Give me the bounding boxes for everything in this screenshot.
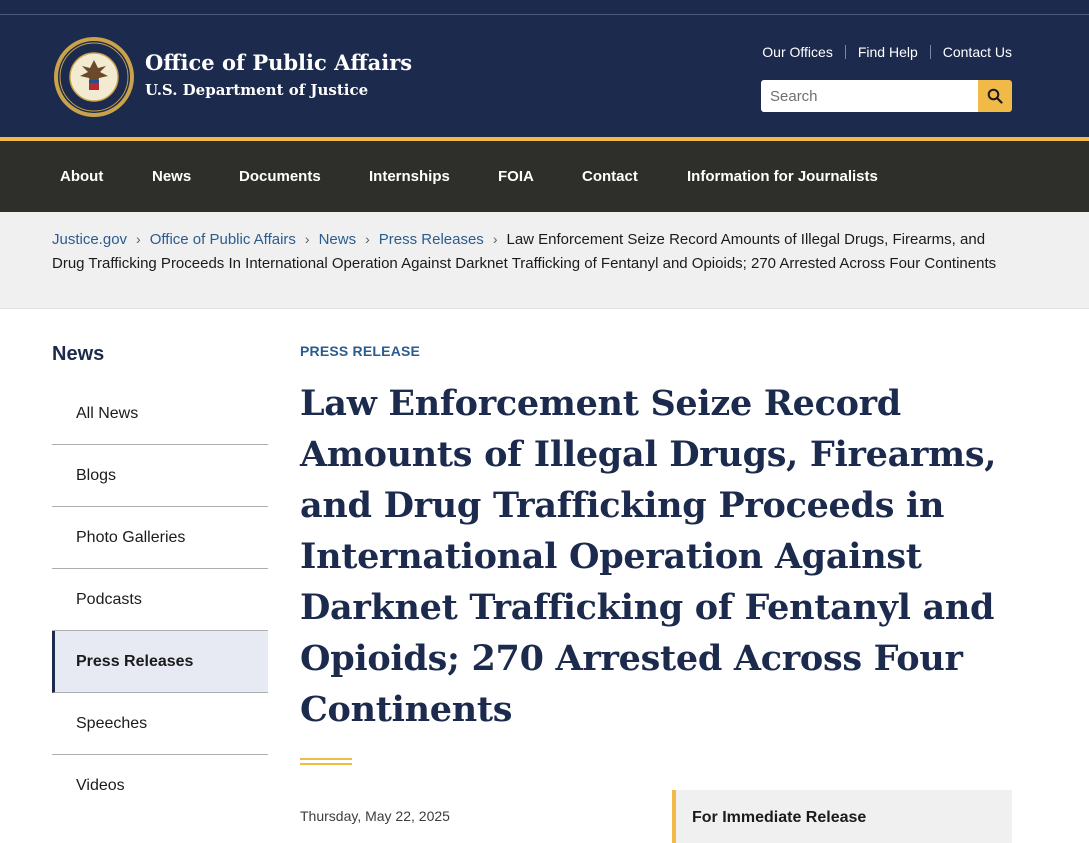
article-eyebrow: PRESS RELEASE [300, 343, 421, 359]
site-subtitle[interactable]: U.S. Department of Justice [145, 81, 368, 99]
nav-item-foia[interactable]: FOIA [498, 168, 534, 185]
search-box [761, 80, 1012, 112]
nav-item-contact[interactable]: Contact [582, 168, 638, 185]
utility-separator [844, 45, 846, 59]
breadcrumb: Justice.gov › Office of Public Affairs › New… [0, 212, 1089, 309]
search-icon [987, 88, 1003, 104]
breadcrumb-link-office-of-public-affairs[interactable]: Office of Public Affairs [150, 231, 296, 248]
sidebar-nav: All News Blogs Photo Galleries Podcasts … [52, 383, 268, 817]
sidebar-item-videos[interactable]: Videos [52, 755, 268, 817]
sidebar-item-podcasts[interactable]: Podcasts [52, 569, 268, 631]
main-nav: About News Documents Internships FOIA Co… [0, 141, 1089, 212]
nav-item-internships[interactable]: Internships [369, 168, 450, 185]
utility-nav: Our Offices Find Help Contact Us [762, 44, 1012, 60]
sidebar-item-blogs[interactable]: Blogs [52, 445, 268, 507]
utility-link-contact-us[interactable]: Contact Us [943, 44, 1012, 60]
breadcrumb-link-press-releases[interactable]: Press Releases [379, 231, 484, 248]
sidebar-item-press-releases[interactable]: Press Releases [52, 631, 268, 693]
search-button[interactable] [978, 80, 1012, 112]
chevron-right-icon: › [304, 231, 310, 247]
breadcrumb-link-news[interactable]: News [319, 231, 357, 248]
utility-link-find-help[interactable]: Find Help [858, 44, 918, 60]
sidebar-item-all-news[interactable]: All News [52, 383, 268, 445]
title-divider [300, 758, 352, 765]
sidebar-item-photo-galleries[interactable]: Photo Galleries [52, 507, 268, 569]
chevron-right-icon: › [492, 231, 498, 247]
doj-seal-icon[interactable] [53, 36, 135, 118]
release-label: For Immediate Release [692, 809, 867, 826]
nav-item-documents[interactable]: Documents [239, 168, 321, 185]
chevron-right-icon: › [136, 231, 141, 247]
header-top-divider [0, 14, 1089, 15]
sidebar-heading: News [52, 343, 105, 365]
sidebar-item-speeches[interactable]: Speeches [52, 693, 268, 755]
utility-separator [929, 45, 931, 59]
search-input[interactable] [761, 80, 978, 112]
nav-item-news[interactable]: News [152, 168, 191, 185]
article-date: Thursday, May 22, 2025 [300, 808, 450, 824]
nav-item-information-for-journalists[interactable]: Information for Journalists [687, 168, 878, 185]
site-title[interactable]: Office of Public Affairs [145, 50, 412, 75]
breadcrumb-trail: Justice.gov › Office of Public Affairs › New… [52, 228, 1007, 275]
article-title: Law Enforcement Seize Record Amounts of … [300, 383, 997, 730]
release-info-box: For Immediate Release [672, 790, 1012, 843]
utility-link-our-offices[interactable]: Our Offices [762, 44, 833, 60]
breadcrumb-link-justice-gov[interactable]: Justice.gov [52, 231, 127, 248]
nav-item-about[interactable]: About [60, 168, 103, 185]
chevron-right-icon: › [365, 231, 370, 247]
site-header: Office of Public Affairs U.S. Department… [0, 0, 1089, 141]
